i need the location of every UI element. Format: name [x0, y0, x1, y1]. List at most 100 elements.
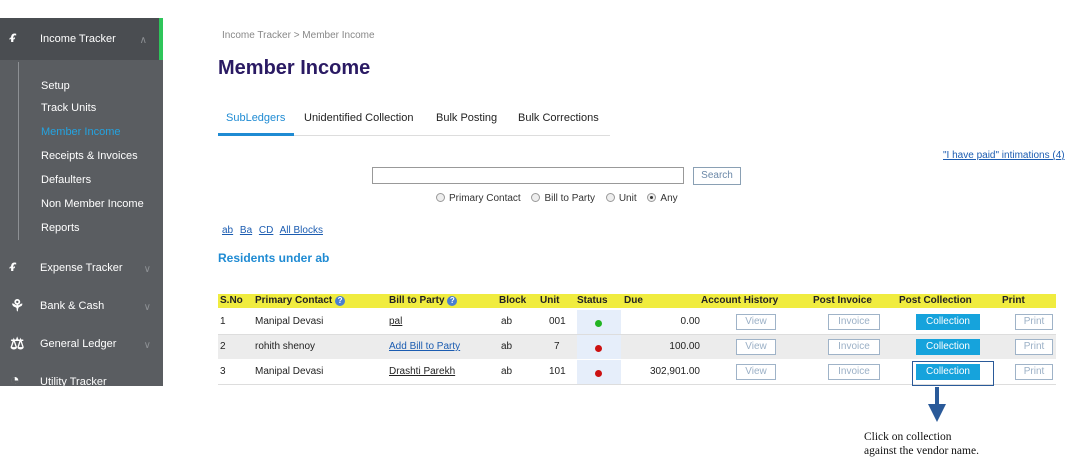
block-link-ab[interactable]: ab — [222, 225, 233, 236]
block-link-cd[interactable]: CD — [259, 225, 273, 236]
sidebar-header-label: Income Tracker — [40, 33, 116, 45]
table-header: S.No Primary Contact ? Bill to Party ? B… — [218, 294, 1056, 308]
row-sno: 1 — [220, 316, 226, 327]
post-invoice-button[interactable]: Invoice — [828, 339, 880, 355]
sidebar-subnav-line — [18, 62, 19, 240]
sidebar-section-label: Expense Tracker — [40, 262, 123, 274]
sidebar-item-expense-tracker[interactable]: ᵳ Expense Tracker ∨ — [0, 250, 163, 288]
row-bill-to-party[interactable]: pal — [389, 316, 402, 327]
row-block: ab — [501, 341, 513, 352]
col-bill-to-party-label: Bill to Party — [389, 295, 445, 306]
tab-unidentified-collection[interactable]: Unidentified Collection — [304, 112, 413, 124]
block-link-ba[interactable]: Ba — [240, 225, 252, 236]
col-block: Block — [499, 295, 527, 306]
row-unit: 7 — [554, 341, 560, 352]
col-primary-contact: Primary Contact ? — [255, 295, 346, 306]
tab-subledgers[interactable]: SubLedgers — [226, 112, 285, 124]
print-button[interactable]: Print — [1015, 314, 1053, 330]
status-green-dot — [595, 320, 602, 327]
view-history-button[interactable]: View — [736, 314, 776, 330]
block-filter-links: ab Ba CD All Blocks — [222, 225, 327, 236]
post-collection-button[interactable]: Collection — [916, 339, 980, 355]
col-due: Due — [624, 295, 643, 306]
breadcrumb: Income Tracker > Member Income — [222, 30, 375, 41]
piggy-bank-icon: ⚘ — [10, 298, 25, 315]
tab-bulk-corrections[interactable]: Bulk Corrections — [518, 112, 599, 124]
col-sno: S.No — [220, 295, 243, 306]
col-post-collection: Post Collection — [899, 295, 972, 306]
row-primary-contact: Manipal Devasi — [255, 366, 324, 377]
col-status: Status — [577, 295, 608, 306]
chevron-down-icon: ∨ — [143, 264, 151, 275]
sidebar-section-label: General Ledger — [40, 338, 117, 350]
row-primary-contact: rohith shenoy — [255, 341, 316, 352]
sidebar-item-utility-tracker[interactable]: ◔ Utility Tracker — [0, 364, 163, 386]
post-invoice-button[interactable]: Invoice — [828, 314, 880, 330]
i-have-paid-link[interactable]: "I have paid" intimations (4) — [943, 150, 1065, 161]
annotation-note: Click on collection against the vendor n… — [864, 430, 979, 458]
radio-primary-contact[interactable] — [436, 193, 445, 202]
add-bill-to-party-link[interactable]: Add Bill to Party — [389, 341, 460, 352]
sidebar-item-receipts-invoices[interactable]: Receipts & Invoices — [41, 150, 138, 162]
gauge-icon: ◔ — [10, 372, 20, 386]
row-sno: 2 — [220, 341, 226, 352]
page-title: Member Income — [218, 57, 371, 79]
annotation-arrow-head — [928, 404, 946, 422]
tab-bulk-posting[interactable]: Bulk Posting — [436, 112, 497, 124]
print-button[interactable]: Print — [1015, 339, 1053, 355]
row-primary-contact: Manipal Devasi — [255, 316, 324, 327]
sidebar-item-bank-cash[interactable]: ⚘ Bank & Cash ∨ — [0, 288, 163, 326]
search-input[interactable] — [372, 167, 684, 184]
view-history-button[interactable]: View — [736, 364, 776, 380]
row-sno: 3 — [220, 366, 226, 377]
sidebar-item-defaulters[interactable]: Defaulters — [41, 174, 91, 186]
collection-highlight-box — [912, 361, 994, 386]
row-unit: 001 — [549, 316, 566, 327]
search-button[interactable]: Search — [693, 167, 741, 185]
radio-unit[interactable] — [605, 193, 615, 202]
sidebar-item-setup[interactable]: Setup — [41, 80, 70, 92]
search-filter-radios: Primary Contact Bill to Party Unit Any — [436, 193, 686, 204]
chevron-down-icon: ∨ — [143, 340, 151, 351]
table-row: 2 rohith shenoy Add Bill to Party ab 7 1… — [218, 335, 1056, 359]
help-icon[interactable]: ? — [335, 296, 346, 306]
col-post-invoice: Post Invoice — [813, 295, 872, 306]
block-link-all[interactable]: All Blocks — [280, 225, 323, 236]
row-bill-to-party[interactable]: Drashti Parekh — [389, 366, 455, 377]
annotation-line-2: against the vendor name. — [864, 445, 979, 457]
radio-bill-to-party[interactable] — [531, 193, 541, 202]
row-due: 100.00 — [669, 341, 700, 352]
sidebar-item-reports[interactable]: Reports — [41, 222, 80, 234]
radio-label: Primary Contact — [449, 193, 521, 204]
post-collection-button[interactable]: Collection — [916, 314, 980, 330]
help-icon[interactable]: ? — [447, 296, 458, 306]
row-due: 302,901.00 — [649, 366, 700, 377]
print-button[interactable]: Print — [1015, 364, 1053, 380]
row-unit: 101 — [549, 366, 566, 377]
col-primary-contact-label: Primary Contact — [255, 295, 333, 306]
sidebar-item-track-units[interactable]: Track Units — [41, 102, 96, 114]
sidebar-item-non-member-income[interactable]: Non Member Income — [41, 198, 144, 210]
radio-any[interactable] — [647, 193, 657, 202]
sidebar-item-member-income[interactable]: Member Income — [41, 126, 120, 138]
scale-icon: ⚖ — [10, 336, 25, 353]
sidebar-section-label: Bank & Cash — [40, 300, 105, 312]
chevron-down-icon: ∨ — [143, 302, 151, 313]
sidebar-item-general-ledger[interactable]: ⚖ General Ledger ∨ — [0, 326, 163, 364]
view-history-button[interactable]: View — [736, 339, 776, 355]
radio-label: Any — [660, 193, 678, 204]
post-invoice-button[interactable]: Invoice — [828, 364, 880, 380]
expense-icon: ᵳ — [10, 258, 17, 275]
row-block: ab — [501, 366, 513, 377]
col-bill-to-party: Bill to Party ? — [389, 295, 458, 306]
col-account-history: Account History — [701, 295, 779, 306]
radio-label: Unit — [618, 193, 637, 204]
residents-heading: Residents under ab — [218, 251, 330, 265]
row-due: 0.00 — [680, 316, 700, 327]
status-red-dot — [595, 345, 602, 352]
tab-bar: SubLedgers Unidentified Collection Bulk … — [218, 104, 610, 136]
sidebar: ᵳ Income Tracker ∧ Setup Track Units Mem… — [0, 18, 163, 386]
sidebar-item-income-tracker[interactable]: ᵳ Income Tracker ∧ — [0, 18, 163, 60]
row-block: ab — [501, 316, 513, 327]
radio-label: Bill to Party — [544, 193, 596, 204]
